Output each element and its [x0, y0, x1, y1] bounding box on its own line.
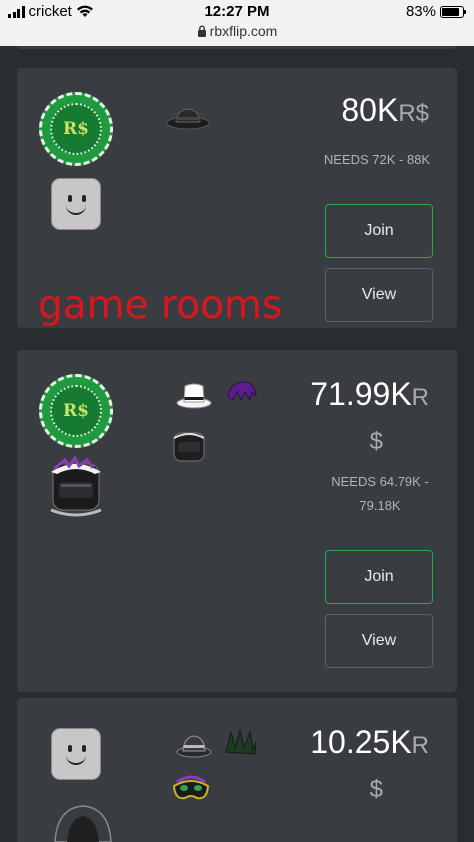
join-button[interactable]: Join: [325, 550, 433, 604]
needs-line-2: 79.18K: [359, 498, 401, 513]
clock: 12:27 PM: [204, 3, 270, 20]
battery-indicator: 83%: [405, 3, 466, 20]
player-avatar: [47, 726, 103, 786]
status-bar: cricket 12:27 PM rbxflip.com 83%: [0, 0, 474, 46]
price-currency: R: [411, 732, 429, 759]
player-avatar: [47, 176, 103, 236]
room-price: 80KR$: [341, 92, 429, 129]
room-price: 10.25KR $: [279, 722, 429, 810]
robux-coin-icon: R$: [39, 374, 113, 448]
white-top-hat-icon: [176, 383, 212, 409]
price-currency: R: [411, 384, 429, 411]
price-currency-symbol: $: [369, 776, 383, 803]
masquerade-mask-icon: [172, 775, 210, 800]
price-value: 80K: [341, 92, 399, 128]
lock-icon: [197, 25, 206, 37]
robux-coin-label: R$: [50, 385, 102, 437]
hooded-avatar-icon: [54, 805, 112, 842]
price-currency: R$: [398, 100, 429, 127]
needs-range: NEEDS 72K - 88K: [323, 152, 431, 167]
needs-line-1: NEEDS 64.79K -: [331, 474, 429, 489]
room-card: R$ 71.99KR $ NEEDS 64.79K - 79.18K Join …: [17, 350, 457, 692]
needs-range: NEEDS 64.79K - 79.18K: [307, 470, 453, 518]
green-hair-icon: [225, 729, 257, 755]
room-price: 71.99KR $: [279, 374, 429, 462]
masked-avatar-icon: [50, 455, 102, 517]
previous-room-card: [17, 46, 457, 49]
view-button[interactable]: View: [325, 268, 433, 322]
default-face-icon: [51, 728, 101, 780]
price-currency-symbol: $: [369, 428, 383, 455]
battery-icon: [440, 5, 466, 18]
purple-hair-icon: [227, 381, 257, 402]
player-avatar: [45, 454, 107, 522]
url-text: rbxflip.com: [209, 23, 278, 39]
page-content: R$ 80KR$ NEEDS 72K - 88K Join View R$ 71…: [0, 46, 474, 842]
masked-face-icon: [173, 432, 205, 462]
robux-coin-label: R$: [50, 103, 102, 155]
fedora-icon: [176, 735, 212, 758]
dark-fedora-icon: [166, 108, 210, 130]
address-bar[interactable]: rbxflip.com: [0, 23, 474, 39]
room-card: 10.25KR $: [17, 698, 457, 842]
battery-percent: 83%: [405, 3, 436, 20]
price-value: 71.99K: [310, 376, 412, 412]
default-face-icon: [51, 178, 101, 230]
view-button[interactable]: View: [325, 614, 433, 668]
price-value: 10.25K: [310, 724, 412, 760]
game-rooms-annotation: game rooms: [38, 283, 283, 328]
join-button[interactable]: Join: [325, 204, 433, 258]
robux-coin-icon: R$: [39, 92, 113, 166]
